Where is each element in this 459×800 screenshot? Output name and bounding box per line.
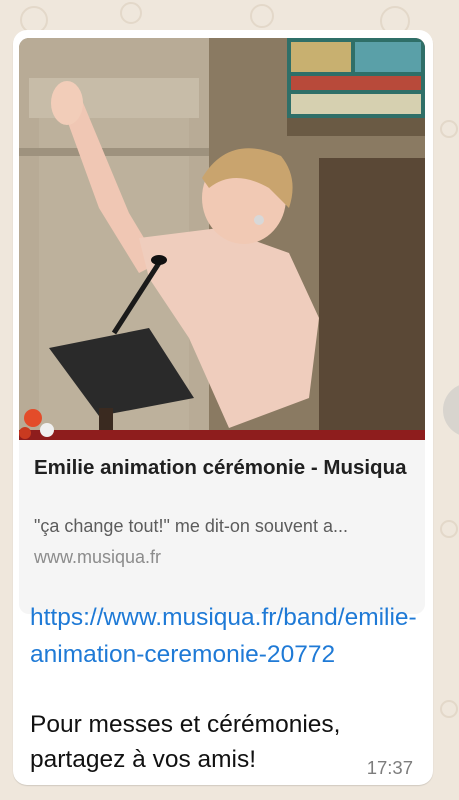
message-bubble[interactable]: Emilie animation cérémonie - Musiqua "ça… — [13, 30, 433, 785]
forward-icon[interactable] — [443, 383, 459, 437]
link-preview-card[interactable]: Emilie animation cérémonie - Musiqua "ça… — [19, 38, 425, 614]
link-preview-image — [19, 38, 425, 440]
message-timestamp: 17:37 — [366, 757, 413, 778]
message-text: Pour messes et cérémonies, partagez à vo… — [30, 711, 341, 773]
message-link[interactable]: https://www.musiqua.fr/band/emilie-anima… — [30, 599, 422, 673]
link-preview-domain: www.musiqua.fr — [34, 547, 162, 567]
link-preview-title: Emilie animation cérémonie - Musiqua — [34, 456, 407, 479]
link-preview-description: "ça change tout!" me dit-on souvent a... — [34, 516, 348, 536]
